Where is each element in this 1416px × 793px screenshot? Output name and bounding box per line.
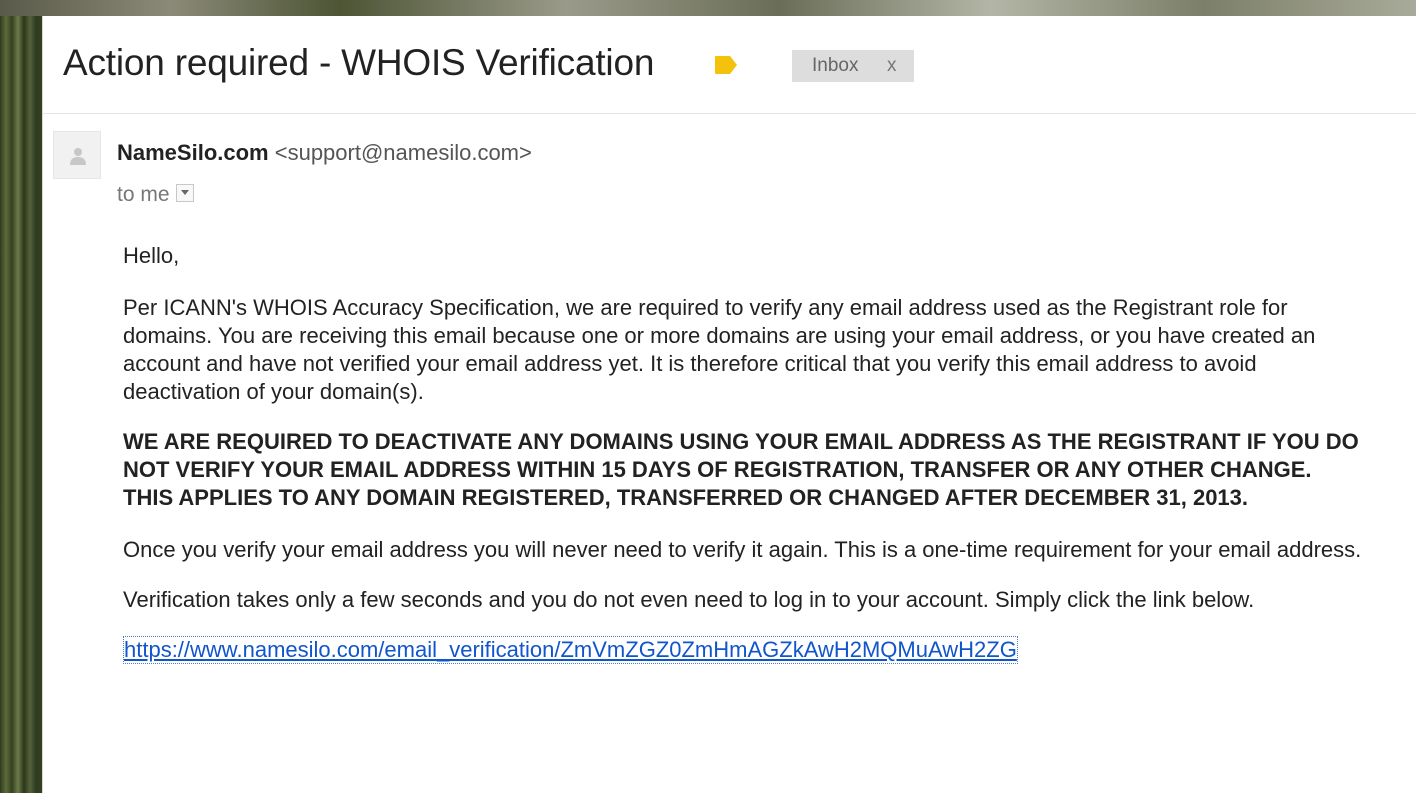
body-paragraph-icann: Per ICANN's WHOIS Accuracy Specification… xyxy=(123,295,1316,404)
sender-email: <support@namesilo.com> xyxy=(274,140,532,165)
recipient-details-dropdown[interactable] xyxy=(175,184,194,202)
email-body: Hello, Per ICANN's WHOIS Accuracy Specif… xyxy=(123,242,1367,664)
email-view: Action required - WHOIS Verification Inb… xyxy=(42,16,1416,793)
remove-label-button[interactable]: x xyxy=(887,50,897,82)
sender-name[interactable]: NameSilo.com xyxy=(117,140,269,165)
sender-line: NameSilo.com <support@namesilo.com> xyxy=(117,140,532,166)
body-notice-bold: WE ARE REQUIRED TO DEACTIVATE ANY DOMAIN… xyxy=(123,429,1359,510)
label-tag-icon[interactable] xyxy=(714,55,737,75)
default-avatar-icon xyxy=(53,131,101,179)
body-paragraph-instructions: Verification takes only a few seconds an… xyxy=(123,587,1255,612)
desktop-wallpaper-top xyxy=(0,0,1416,16)
body-greeting: Hello, xyxy=(123,243,180,268)
recipient-text: to me xyxy=(117,183,170,206)
body-paragraph-one-time: Once you verify your email address you w… xyxy=(123,537,1362,562)
chevron-down-icon xyxy=(180,190,189,195)
subject-header: Action required - WHOIS Verification Inb… xyxy=(43,16,1416,114)
inbox-label-chip[interactable]: Inbox x xyxy=(792,50,914,82)
verification-link[interactable]: https://www.namesilo.com/email_verificat… xyxy=(123,636,1018,664)
email-subject: Action required - WHOIS Verification xyxy=(63,42,655,83)
recipient-line: to me xyxy=(117,183,194,207)
inbox-label-text: Inbox xyxy=(812,55,859,76)
